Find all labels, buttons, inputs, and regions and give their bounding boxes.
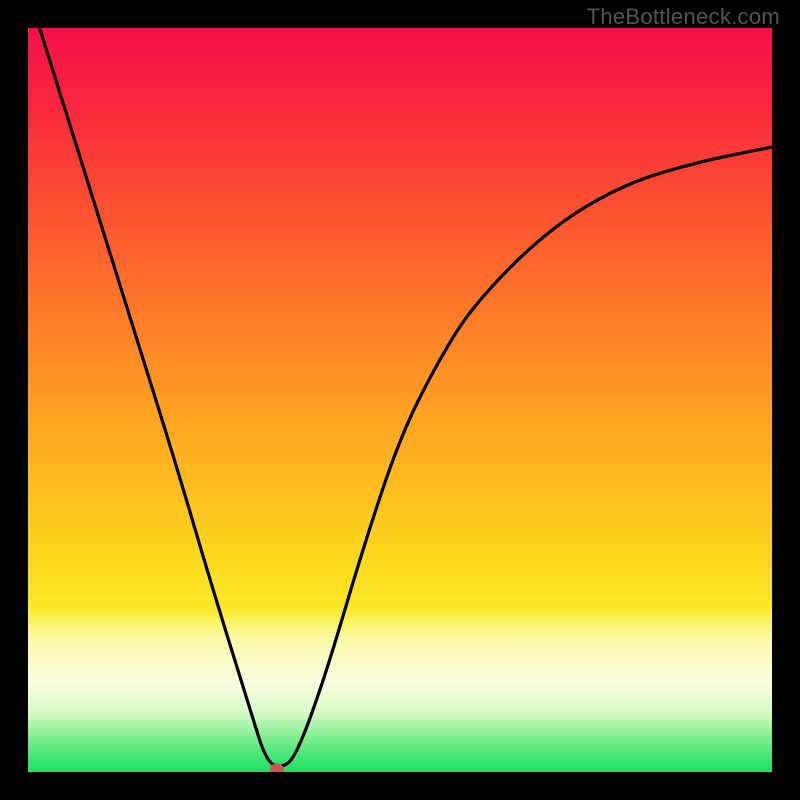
watermark-text: TheBottleneck.com (587, 4, 780, 30)
plot-area (28, 28, 772, 772)
minimum-marker (270, 764, 284, 772)
chart-stage: TheBottleneck.com (0, 0, 800, 800)
bottleneck-curve (28, 28, 772, 772)
